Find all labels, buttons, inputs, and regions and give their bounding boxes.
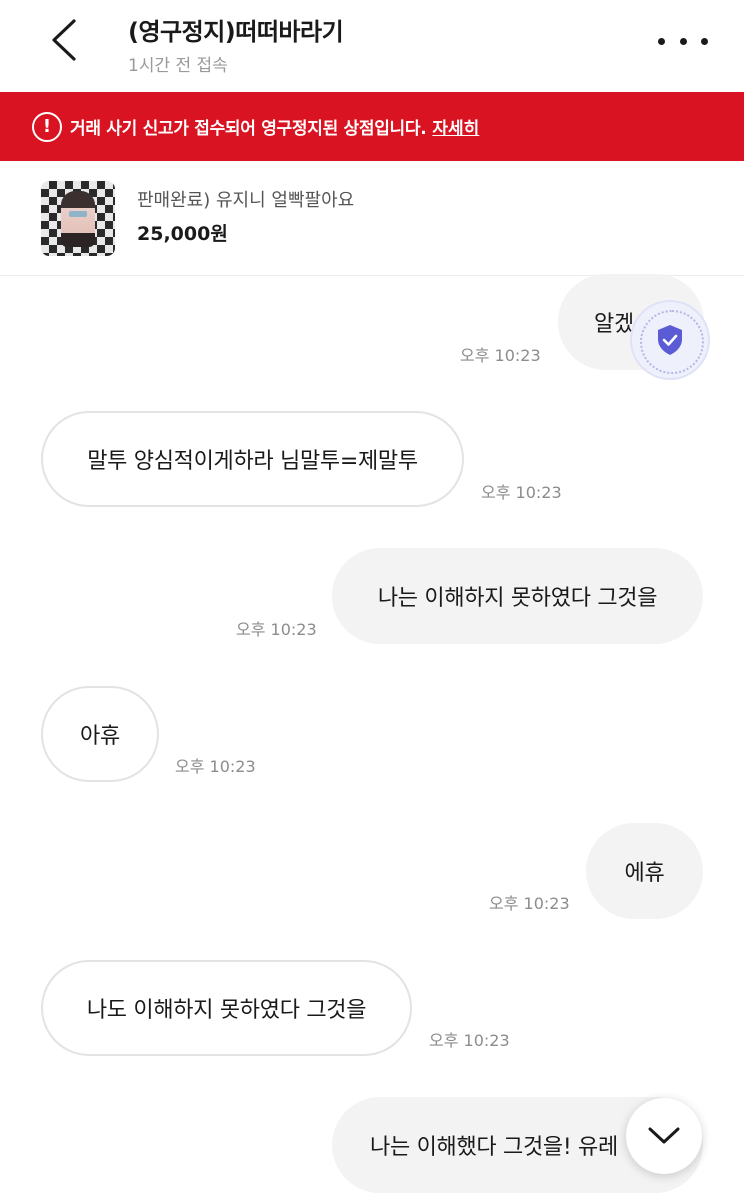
- more-dot-icon: [658, 37, 665, 45]
- chat-header: (영구정지)떠떠바라기 1시간 전 접속: [0, 0, 744, 92]
- safe-payment-badge[interactable]: [630, 300, 710, 380]
- product-title: 판매완료) 유지니 얼빡팔아요: [137, 190, 355, 211]
- more-options-button[interactable]: [658, 26, 708, 56]
- message-text: 말투 양심적이게하라 님말투=제말투: [87, 449, 418, 474]
- message-time: 오후 10:23: [175, 757, 256, 776]
- shield-check-icon: [658, 325, 682, 355]
- more-dot-icon: [679, 37, 687, 45]
- more-dot-icon: [701, 37, 708, 45]
- product-card[interactable]: 판매완료) 유지니 얼빡팔아요 25,000원: [0, 161, 744, 276]
- back-button[interactable]: [40, 14, 88, 66]
- message-bubble-received: 아휴: [41, 686, 159, 782]
- alert-circle-icon: !: [32, 111, 62, 142]
- shop-name: (영구정지)떠떠바라기: [128, 18, 344, 46]
- scroll-to-bottom-button[interactable]: [626, 1098, 702, 1174]
- chevron-down-icon: [648, 1127, 680, 1144]
- last-seen-status: 1시간 전 접속: [128, 56, 228, 76]
- message-text: 나도 이해하지 못하였다 그것을: [86, 998, 367, 1023]
- message-bubble-sent: 나는 이해하지 못하였다 그것을: [332, 548, 703, 644]
- message-bubble-received: 나도 이해하지 못하였다 그것을: [41, 960, 412, 1056]
- product-price: 25,000원: [137, 223, 228, 245]
- message-text: 알겠: [594, 312, 634, 337]
- message-time: 오후 10:23: [489, 894, 570, 913]
- message-time: 오후 10:23: [429, 1031, 510, 1050]
- details-link[interactable]: 자세히: [432, 114, 479, 139]
- message-text: 아휴: [80, 724, 120, 749]
- message-bubble-sent: 에휴: [586, 823, 703, 919]
- message-text: 나는 이해하지 못하였다 그것을: [377, 586, 658, 611]
- suspension-warning-banner: ! 거래 사기 신고가 접수되어 영구정지된 상점입니다. 자세히: [0, 92, 744, 161]
- chevron-left-icon: [52, 19, 76, 61]
- message-text: 에휴: [624, 861, 665, 886]
- message-text: 나는 이해했다 그것을! 유레: [370, 1135, 618, 1160]
- message-bubble-received: 말투 양심적이게하라 님말투=제말투: [41, 411, 464, 507]
- message-time: 오후 10:23: [236, 620, 317, 639]
- product-thumbnail: [41, 181, 115, 256]
- banner-message: 거래 사기 신고가 접수되어 영구정지된 상점입니다.: [70, 119, 427, 139]
- title-area: (영구정지)떠떠바라기 1시간 전 접속: [128, 12, 344, 76]
- message-time: 오후 10:23: [481, 483, 562, 502]
- message-time: 오후 10:23: [460, 346, 541, 365]
